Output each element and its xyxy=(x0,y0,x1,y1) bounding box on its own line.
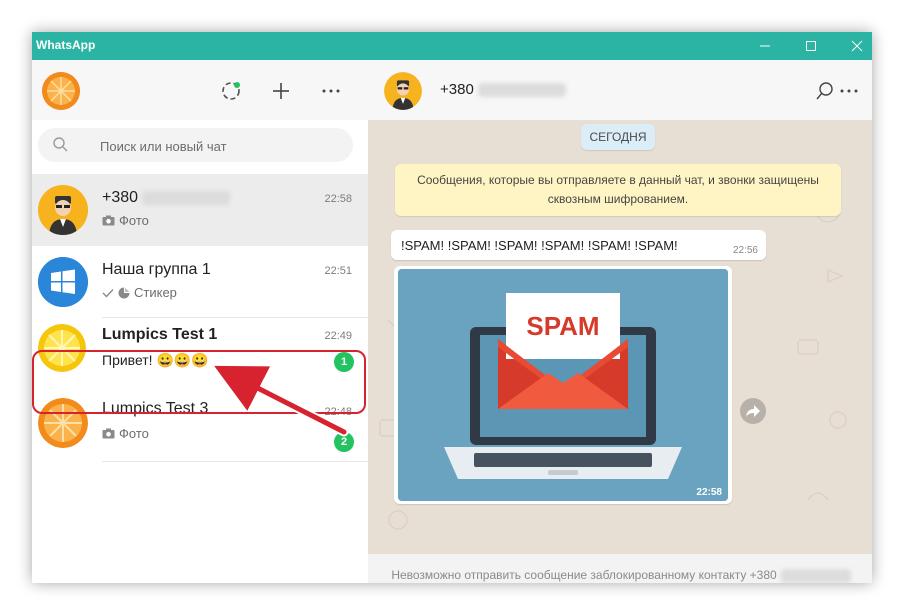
blocked-contact-footer: Невозможно отправить сообщение заблокиро… xyxy=(368,554,872,583)
contact-avatar[interactable] xyxy=(384,72,422,110)
conversation-menu-button[interactable] xyxy=(836,78,862,104)
close-icon xyxy=(851,40,863,52)
annotation-arrow xyxy=(214,365,349,437)
search-messages-button[interactable] xyxy=(812,78,838,104)
conversation-panel: +380 СЕГОДНЯ Сообщения, которые вы отпра… xyxy=(368,60,872,583)
spam-laptop-illustration: SPAM xyxy=(398,269,728,501)
message-bubble[interactable]: !SPAM! !SPAM! !SPAM! !SPAM! !SPAM! !SPAM… xyxy=(391,230,766,260)
maximize-button[interactable] xyxy=(788,32,834,60)
person-avatar-icon xyxy=(384,72,422,110)
conversation-header: +380 xyxy=(368,60,872,120)
redacted-number xyxy=(780,568,851,583)
spam-image[interactable]: SPAM xyxy=(398,269,728,501)
whatsapp-window: WhatsApp Поиск или новый чат +380 22:58 … xyxy=(32,32,872,583)
forward-button[interactable] xyxy=(740,398,766,424)
image-spam-label: SPAM xyxy=(526,311,599,341)
date-separator: СЕГОДНЯ xyxy=(581,124,655,150)
image-message[interactable]: SPAM 22:58 xyxy=(394,266,732,504)
message-time: 22:58 xyxy=(696,487,722,498)
title-bar: WhatsApp xyxy=(32,32,872,60)
maximize-icon xyxy=(806,41,816,51)
more-icon xyxy=(840,89,858,93)
minimize-icon xyxy=(760,45,770,47)
message-time: 22:56 xyxy=(732,245,758,256)
minimize-button[interactable] xyxy=(742,32,788,60)
contact-name[interactable]: +380 xyxy=(440,81,566,98)
close-button[interactable] xyxy=(834,32,872,60)
chat-list-panel: +380 22:58 Фото Наша группа 1 22:51 xyxy=(32,60,369,583)
blocked-contact-message: Невозможно отправить сообщение заблокиро… xyxy=(386,566,856,583)
forward-icon xyxy=(746,405,760,417)
message-text: !SPAM! !SPAM! !SPAM! !SPAM! !SPAM! !SPAM… xyxy=(401,238,678,253)
window-title: WhatsApp xyxy=(36,38,96,52)
search-icon xyxy=(816,82,833,100)
encryption-notice[interactable]: Сообщения, которые вы отправляете в данн… xyxy=(395,164,841,216)
redacted-number xyxy=(477,83,566,98)
